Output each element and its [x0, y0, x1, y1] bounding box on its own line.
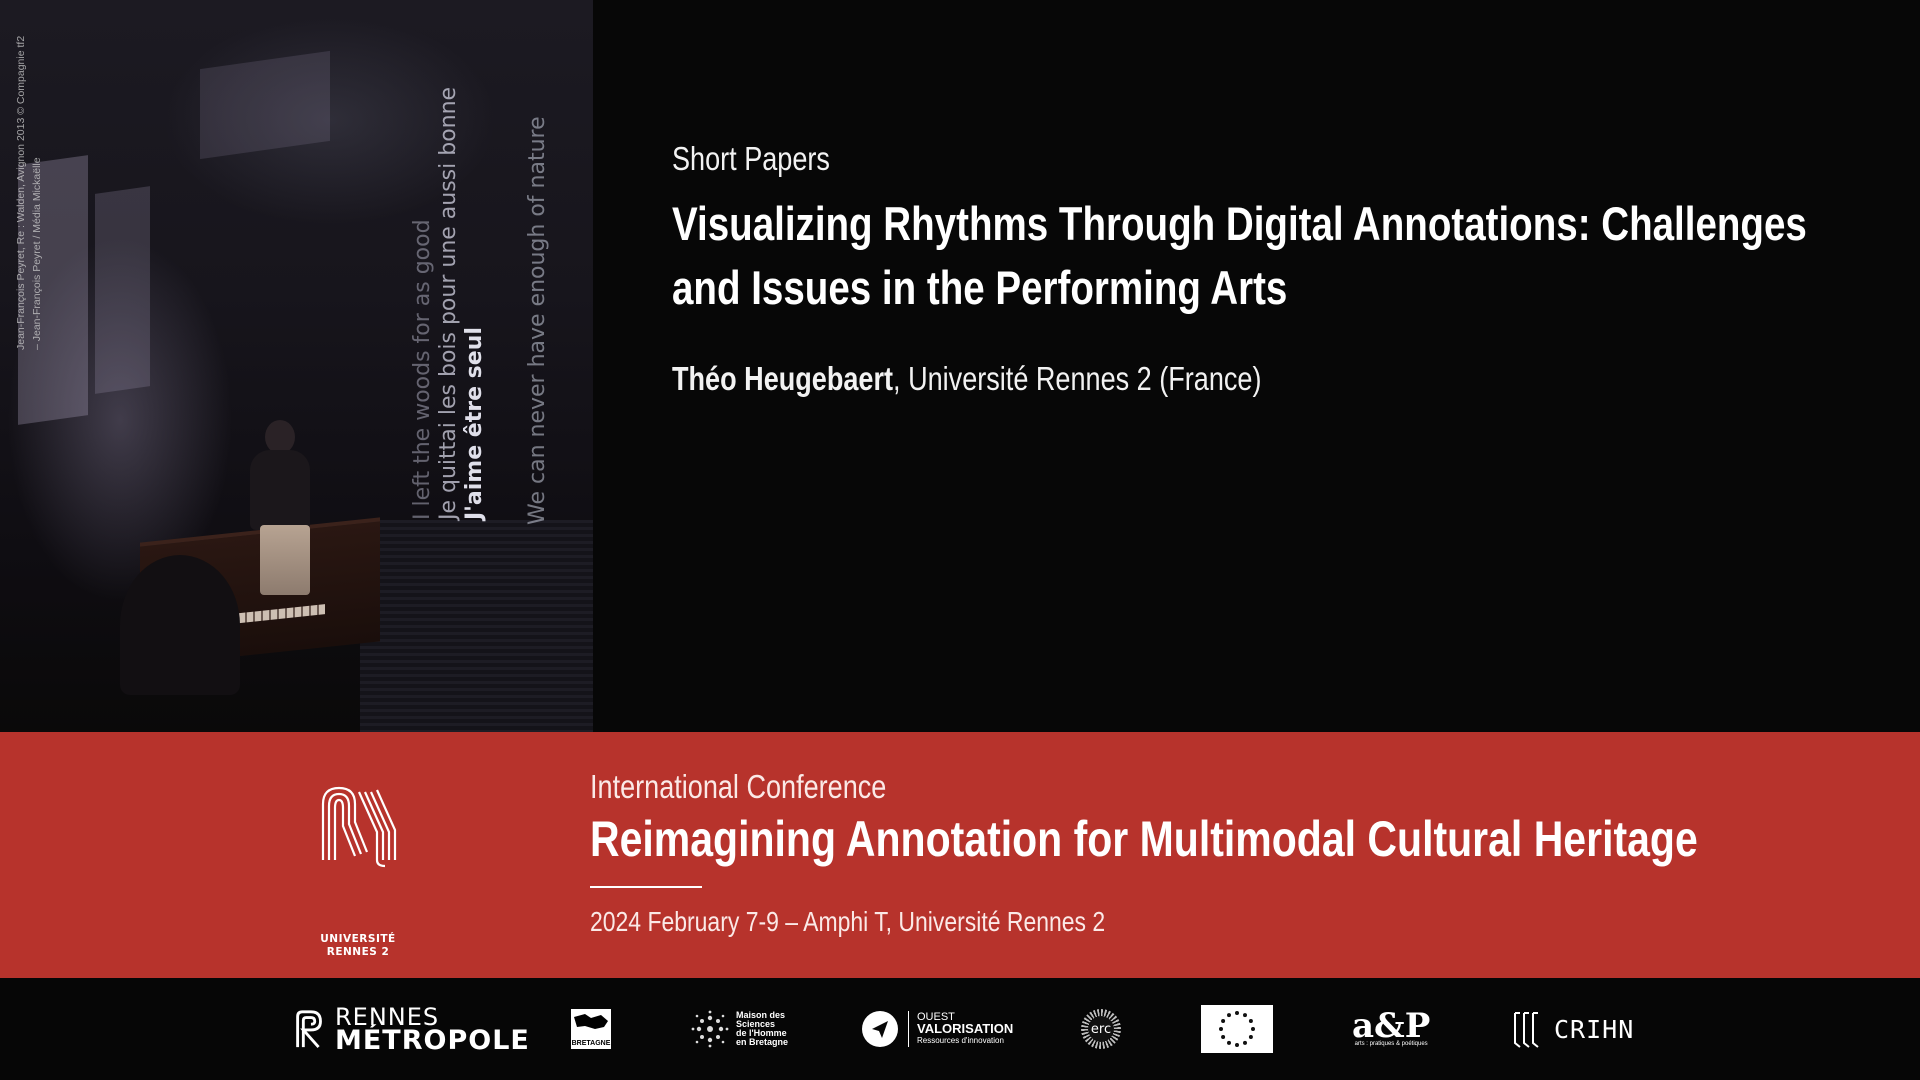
- projected-line: Je quittai les bois pour une aussi bonne: [436, 86, 461, 520]
- performance-photo: I left the woods for as good Je quittai …: [0, 0, 593, 732]
- ov-line: VALORISATION: [917, 1021, 1014, 1036]
- uni-logo-line: RENNES 2: [326, 946, 390, 958]
- ouest-valorisation-icon: [862, 1011, 898, 1047]
- partner-logos: RENNES MÉTROPOLE BRETAGNE Maison des Sci…: [0, 978, 1920, 1080]
- paper-author: Théo Heugebaert, Université Rennes 2 (Fr…: [672, 360, 1640, 398]
- european-union-logo: [1201, 978, 1273, 1080]
- crihn-logo: CRIHN: [1512, 978, 1634, 1080]
- performer-silhouette: [240, 420, 320, 620]
- projected-line: We can never have enough of nature: [525, 116, 550, 525]
- bretagne-map-icon: [574, 1014, 608, 1029]
- ap-logo: a&P arts : pratiques & poétiques: [1352, 978, 1430, 1080]
- photo-credit-line: – Jean-François Peyret / Médiа Mickaëlle: [31, 157, 43, 350]
- window-light: [95, 186, 150, 394]
- rennes-metropole-logo: RENNES MÉTROPOLE: [293, 978, 530, 1080]
- divider: [590, 886, 702, 888]
- uni-logo-line: UNIVERSITÉ: [320, 933, 396, 945]
- msh-text: Maison des Sciences de l'Homme en Bretag…: [736, 1011, 788, 1047]
- eu-stars-icon: [1219, 1011, 1255, 1047]
- rm-line: MÉTROPOLE: [335, 1025, 530, 1056]
- projected-text-block: I left the woods for as good Je quittai …: [410, 87, 488, 520]
- stage-floor: [360, 520, 593, 732]
- msh-bretagne-logo: Maison des Sciences de l'Homme en Bretag…: [690, 978, 788, 1080]
- ap-label: a&P: [1352, 1006, 1431, 1046]
- projected-line: I left the woods for as good: [410, 219, 435, 520]
- erc-icon: erc: [1081, 1009, 1121, 1049]
- rennes2-mark-icon: [321, 786, 397, 868]
- erc-logo: erc: [1081, 978, 1121, 1080]
- projected-line: J'aime être seul: [462, 327, 487, 520]
- session-type: Short Papers: [672, 140, 830, 177]
- ap-sub: arts : pratiques & poétiques: [1354, 1041, 1428, 1047]
- conference-title: Reimagining Annotation for Multimodal Cu…: [590, 811, 1698, 867]
- eu-flag-icon: [1201, 1005, 1273, 1053]
- paper-title: Visualizing Rhythms Through Digital Anno…: [672, 197, 1807, 314]
- author-affiliation: , Université Rennes 2 (France): [893, 360, 1262, 397]
- region-bretagne-label: BRETAGNE: [571, 1040, 611, 1047]
- uni-logo-text: UNIVERSITÉ RENNES 2: [315, 933, 401, 959]
- msh-circle-icon: [691, 1010, 729, 1048]
- ov-line: Ressources d'innovation: [917, 1036, 1004, 1045]
- msh-line: en Bretagne: [736, 1037, 789, 1047]
- author-name: Théo Heugebaert: [672, 360, 894, 397]
- pianist-silhouette: [120, 555, 240, 695]
- conference-text: International Conference Reimagining Ann…: [590, 768, 1850, 938]
- ouest-valorisation-logo: OUEST VALORISATION Ressources d'innovati…: [862, 978, 1013, 1080]
- photo-credit: Jean-François Peyret, Re : Walden, Avign…: [13, 36, 45, 350]
- projected-text-block: We can never have enough of nature: [525, 116, 551, 525]
- photo-credit-line: Jean-François Peyret, Re : Walden, Avign…: [15, 35, 27, 350]
- crihn-mark-icon: [1514, 1012, 1539, 1048]
- ouest-valorisation-text: OUEST VALORISATION Ressources d'innovati…: [908, 1011, 1013, 1047]
- universite-rennes2-logo: UNIVERSITÉ RENNES 2: [315, 782, 401, 958]
- paper-plane-icon: [872, 1021, 888, 1038]
- region-bretagne-box: BRETAGNE: [571, 1009, 611, 1049]
- conference-date-place: 2024 February 7-9 – Amphi T, Université …: [590, 906, 1106, 937]
- crihn-label: CRIHN: [1554, 1014, 1635, 1044]
- window-light: [200, 50, 330, 160]
- region-bretagne-logo: BRETAGNE: [571, 978, 611, 1080]
- session-info: Short Papers Visualizing Rhythms Through…: [672, 140, 1852, 398]
- rennes-metropole-mark-icon: [296, 1010, 322, 1049]
- conference-band: UNIVERSITÉ RENNES 2 International Confer…: [0, 732, 1920, 978]
- erc-label: erc: [1090, 1021, 1112, 1037]
- conference-kicker: International Conference: [590, 768, 887, 805]
- rennes-metropole-text: RENNES MÉTROPOLE: [335, 1005, 530, 1056]
